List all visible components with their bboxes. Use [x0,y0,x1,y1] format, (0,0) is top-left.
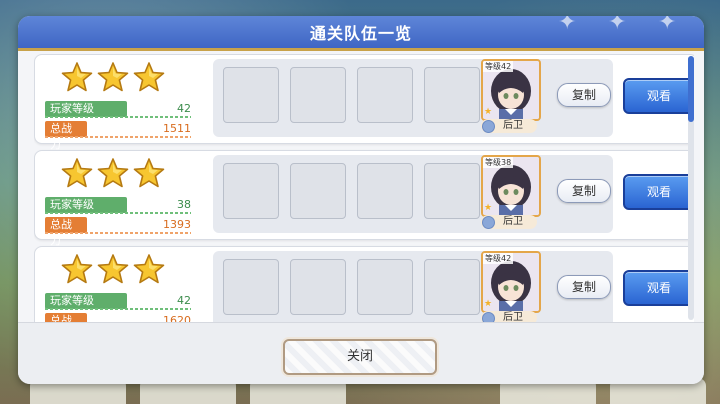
player-level-stat: 玩家等级 42 [45,101,191,118]
total-power-value: 1393 [163,218,191,231]
role-label: 后卫 [503,216,523,227]
divider [45,232,191,234]
view-button[interactable]: 观看 [623,270,694,306]
total-power-stat: 总战力 1393 [45,217,191,247]
character-portrait[interactable]: 等级38 ★ [481,155,541,217]
scrollbar-thumb[interactable] [688,56,694,122]
team-slots [213,59,613,137]
empty-slot [290,163,346,219]
empty-slot [290,259,346,315]
close-button[interactable]: 关闭 [283,339,437,375]
star-icon [61,253,93,289]
star-decoration-icon: ✦ [608,16,627,35]
empty-slot [424,163,480,219]
character-portrait[interactable]: 等级42 ★ [481,251,541,313]
player-level-label: 玩家等级 [45,197,127,213]
divider [45,212,191,214]
star-decoration-icon: ✦ [558,16,577,35]
player-level-label: 玩家等级 [45,293,127,309]
role-icon [482,216,495,229]
empty-slot [357,163,413,219]
team-list[interactable]: 玩家等级 42 总战力 1511 等级42 ★ 后卫 复制 观看 玩家等级 38… [34,54,694,324]
team-slots [213,155,613,233]
star-icon [97,61,129,97]
player-level-stat: 玩家等级 42 [45,293,191,310]
star-rating [61,61,165,97]
star-decoration-icon: ✦ [658,16,677,35]
player-level-value: 38 [177,198,191,211]
star-icon [61,61,93,97]
player-level-label: 玩家等级 [45,101,127,117]
team-slots [213,251,613,324]
scrollbar[interactable] [688,56,694,320]
character-role: 后卫 [481,119,537,133]
empty-slot [223,67,279,123]
star-icon [97,253,129,289]
star-icon [133,157,165,193]
star-icon [133,61,165,97]
rarity-star-icon: ★ [484,107,493,117]
empty-slot [357,259,413,315]
dialog-footer: 关闭 [18,322,704,384]
empty-slot [357,67,413,123]
empty-slot [290,67,346,123]
total-power-value: 1511 [163,122,191,135]
character-level: 等级42 [483,253,514,264]
empty-slot [223,163,279,219]
star-rating [61,253,165,289]
clear-team-dialog: 通关队伍一览 ✦ ✦ ✦ 玩家等级 42 总战力 1511 等级42 ★ 后卫 … [18,16,704,384]
player-level-stat: 玩家等级 38 [45,197,191,214]
role-label: 后卫 [503,120,523,131]
empty-slot [424,259,480,315]
copy-button[interactable]: 复制 [557,83,611,107]
divider [45,116,191,118]
character-portrait[interactable]: 等级42 ★ [481,59,541,121]
total-power-label: 总战力 [45,217,87,247]
star-rating [61,157,165,193]
character-level: 等级38 [483,157,514,168]
divider [45,136,191,138]
copy-button[interactable]: 复制 [557,179,611,203]
team-row: 玩家等级 38 总战力 1393 等级38 ★ 后卫 复制 观看 [34,150,694,247]
role-icon [482,120,495,133]
star-icon [61,157,93,193]
dialog-titlebar: 通关队伍一览 ✦ ✦ ✦ [18,16,704,51]
total-power-stat: 总战力 1511 [45,121,191,151]
empty-slot [424,67,480,123]
rarity-star-icon: ★ [484,203,493,213]
star-icon [97,157,129,193]
total-power-label: 总战力 [45,121,87,151]
view-button[interactable]: 观看 [623,174,694,210]
character-role: 后卫 [481,215,537,229]
empty-slot [223,259,279,315]
star-icon [133,253,165,289]
rarity-star-icon: ★ [484,299,493,309]
divider [45,308,191,310]
copy-button[interactable]: 复制 [557,275,611,299]
team-row: 玩家等级 42 总战力 1511 等级42 ★ 后卫 复制 观看 [34,54,694,151]
character-level: 等级42 [483,61,514,72]
player-level-value: 42 [177,294,191,307]
team-row: 玩家等级 42 总战力 1620 等 [34,246,694,324]
view-button[interactable]: 观看 [623,78,694,114]
dialog-title: 通关队伍一览 [309,24,412,43]
player-level-value: 42 [177,102,191,115]
